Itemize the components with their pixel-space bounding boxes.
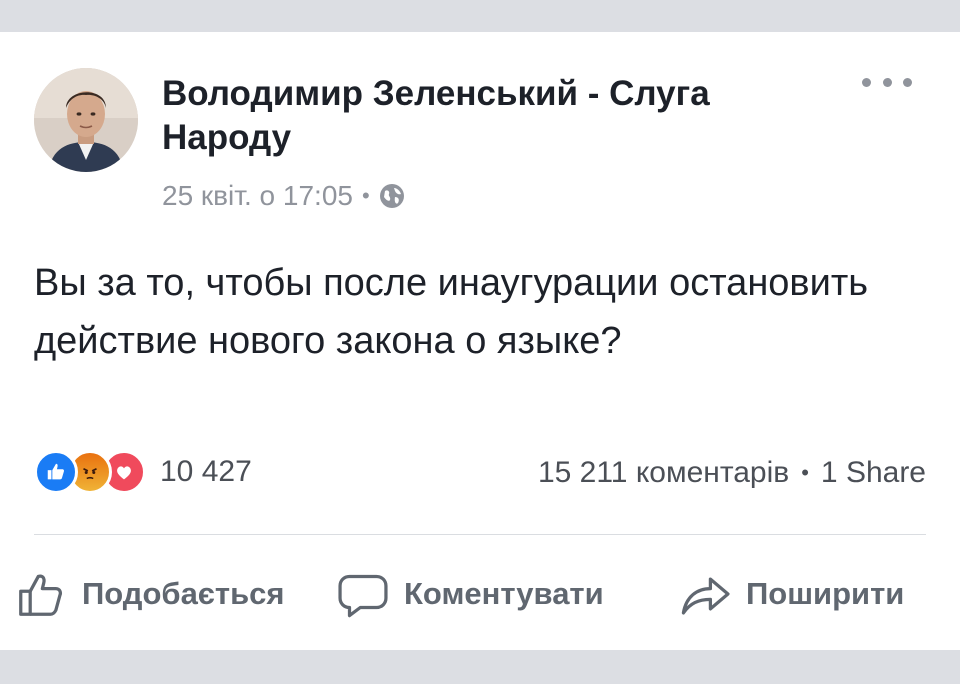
globe-icon[interactable] bbox=[379, 183, 405, 209]
engagement-stats: 15 211 коментарів • 1 Share bbox=[538, 456, 926, 490]
post-date[interactable]: 25 квіт. о 17:05 bbox=[162, 180, 353, 212]
comment-button-label: Коментувати bbox=[404, 576, 604, 611]
post-author[interactable]: Володимир Зеленський - Слуга Народу bbox=[162, 72, 822, 160]
more-options-button[interactable] bbox=[862, 70, 912, 94]
reaction-count[interactable]: 10 427 bbox=[160, 455, 252, 489]
post-card: Володимир Зеленський - Слуга Народу 25 к… bbox=[0, 32, 960, 650]
thumbs-up-icon bbox=[19, 574, 63, 616]
like-reaction-icon bbox=[34, 450, 78, 494]
comment-bubble-icon bbox=[338, 574, 388, 618]
comments-count[interactable]: 15 211 коментарів bbox=[538, 456, 789, 490]
avatar-photo bbox=[34, 68, 138, 172]
like-button[interactable]: Подобається bbox=[14, 562, 285, 626]
more-dot-icon bbox=[882, 77, 892, 87]
reaction-summary[interactable]: 10 427 bbox=[34, 450, 252, 494]
share-button-label: Поширити bbox=[746, 576, 905, 611]
divider bbox=[34, 534, 926, 535]
share-arrow-icon bbox=[681, 577, 730, 615]
share-button[interactable]: Поширити bbox=[678, 562, 904, 626]
stats-separator: • bbox=[801, 460, 809, 485]
action-bar: Подобається Коментувати Поширити bbox=[0, 562, 960, 626]
post-text: Вы за то, чтобы после инаугурации остано… bbox=[34, 262, 869, 362]
avatar[interactable] bbox=[34, 68, 138, 172]
meta-separator: • bbox=[361, 183, 370, 208]
comment-button[interactable]: Коментувати bbox=[336, 562, 604, 626]
post-meta: 25 квіт. о 17:05 • bbox=[162, 180, 405, 212]
more-dot-icon bbox=[903, 77, 912, 87]
shares-count[interactable]: 1 Share bbox=[821, 456, 926, 490]
like-button-label: Подобається bbox=[82, 576, 285, 611]
more-dot-icon bbox=[862, 77, 871, 87]
